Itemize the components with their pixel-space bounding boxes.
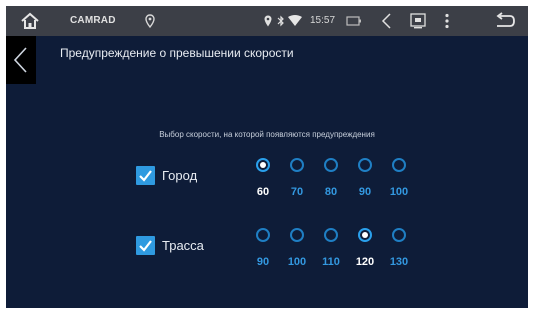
highway-speed-radio-1[interactable] <box>256 228 270 242</box>
city-speed-radio-2[interactable] <box>290 158 304 172</box>
screen: CAMRAD 15:57 Предупреждение о превышении… <box>6 6 528 308</box>
speed-selection-caption: Выбор скорости, на которой появляются пр… <box>159 130 375 139</box>
screen-icon[interactable] <box>410 13 426 29</box>
city-speed-label-1: 60 <box>256 186 270 198</box>
highway-label: Трасса <box>162 238 204 253</box>
battery-icon <box>346 16 361 26</box>
highway-speed-radio-3[interactable] <box>324 228 338 242</box>
city-checkbox[interactable] <box>136 166 155 185</box>
highway-speed-radio-5[interactable] <box>392 228 406 242</box>
bluetooth-icon <box>277 15 284 27</box>
city-speed-radio-4[interactable] <box>358 158 372 172</box>
city-speed-radio-1[interactable] <box>256 158 270 172</box>
city-speed-label-4: 90 <box>358 186 372 198</box>
city-speed-label-2: 70 <box>290 186 304 198</box>
more-menu-icon[interactable] <box>444 13 450 29</box>
city-speed-radio-3[interactable] <box>324 158 338 172</box>
home-icon[interactable] <box>20 12 40 30</box>
city-speed-label-5: 100 <box>389 186 409 198</box>
location-pin-icon <box>145 14 155 28</box>
highway-speed-radio-2[interactable] <box>290 228 304 242</box>
app-name: CAMRAD <box>70 15 116 26</box>
chevron-left-icon <box>13 47 27 73</box>
gps-icon <box>264 15 272 27</box>
page-title: Предупреждение о превышении скорости <box>60 46 294 60</box>
wifi-icon <box>288 15 302 26</box>
return-icon[interactable] <box>494 12 516 30</box>
highway-speed-label-1: 90 <box>256 256 270 268</box>
status-bar: CAMRAD 15:57 <box>6 6 528 36</box>
checkmark-icon <box>139 170 152 182</box>
city-speed-label-3: 80 <box>324 186 338 198</box>
city-speed-radio-5[interactable] <box>392 158 406 172</box>
clock: 15:57 <box>310 15 336 26</box>
highway-speed-label-3: 110 <box>322 256 340 268</box>
back-button[interactable] <box>6 36 36 84</box>
city-label: Город <box>162 168 198 183</box>
volume-icon[interactable] <box>380 13 392 29</box>
checkmark-icon <box>139 240 152 252</box>
highway-speed-radio-4[interactable] <box>358 228 372 242</box>
highway-speed-label-5: 130 <box>389 256 409 268</box>
highway-speed-label-2: 100 <box>287 256 307 268</box>
highway-speed-label-4: 120 <box>355 256 375 268</box>
highway-checkbox[interactable] <box>136 236 155 255</box>
